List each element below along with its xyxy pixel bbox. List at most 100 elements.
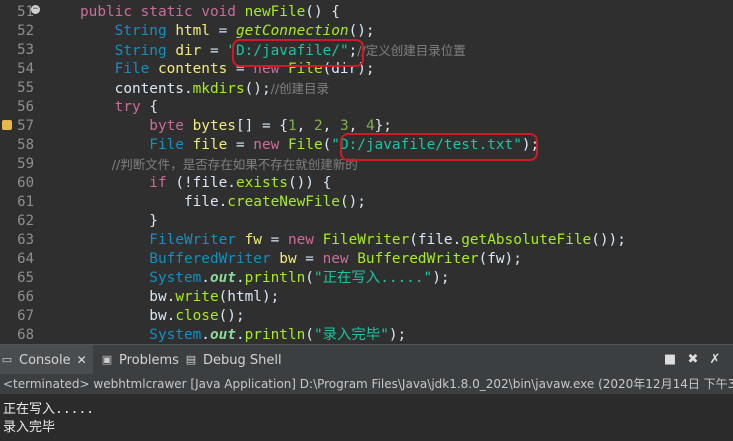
line-number: 53 (17, 42, 34, 58)
code-token: System (80, 270, 202, 286)
highlight-circle-dir-string (232, 39, 364, 67)
code-text: FileWriter fw = new FileWriter(file.getA… (80, 231, 626, 250)
code-token: byte (80, 118, 193, 134)
code-token: (); (348, 23, 375, 39)
code-token: 1 (287, 118, 297, 134)
line-number: 61 (17, 194, 34, 210)
code-token: bw. (80, 289, 176, 305)
code-token: . (235, 270, 245, 286)
code-token: contents (157, 61, 228, 77)
code-token: html (175, 23, 210, 39)
fold-toggle-icon[interactable]: − (31, 5, 40, 14)
line-number: 51 (17, 4, 34, 20)
code-token: (); (339, 194, 366, 210)
code-line: 53 String dir = "D:/javafile/";//定义创建目录位… (0, 41, 733, 60)
code-token: , (348, 118, 366, 134)
warning-icon[interactable] (2, 120, 12, 130)
line-number: 67 (17, 308, 34, 324)
tab-debug-shell[interactable]: ▤ Debug Shell (184, 345, 282, 375)
code-token: . (201, 270, 210, 286)
code-text: if (!file.exists()) { (80, 174, 331, 193)
code-line: 54 File contents = new File(dir); (0, 60, 733, 79)
code-token: (!file. (175, 175, 236, 191)
code-token: bytes (192, 118, 236, 134)
console-output[interactable]: 正在写入..... 录入完毕 (0, 394, 733, 441)
code-text: //判断文件，是否存在如果不存在就创建新的 (80, 155, 358, 175)
code-token: new (253, 137, 288, 153)
code-token: (); (218, 308, 245, 324)
code-token: new (287, 232, 323, 248)
tab-debug-shell-label: Debug Shell (203, 352, 282, 368)
code-token: , (296, 118, 314, 134)
tab-problems[interactable]: ▣ Problems (100, 345, 179, 375)
code-token: File (287, 137, 323, 153)
line-number: 59 (17, 156, 34, 172)
code-token: public static void (80, 4, 245, 20)
line-number: 63 (17, 232, 34, 248)
code-token: () { (305, 4, 340, 20)
line-number: 54 (17, 61, 34, 77)
code-token: File (80, 137, 193, 153)
code-token: write (175, 289, 219, 305)
remove-launch-icon[interactable]: ✖ (686, 353, 700, 367)
code-token: ( (322, 137, 332, 153)
code-token: 3 (339, 118, 349, 134)
code-token: println (244, 270, 306, 286)
code-token: new (322, 251, 358, 267)
code-editor[interactable]: 51 public static void newFile() {52 Strin… (0, 0, 733, 344)
code-token: try (80, 99, 150, 115)
code-token: "录入完毕" (313, 327, 389, 343)
code-token: , (322, 118, 340, 134)
console-output-line: 录入完毕 (3, 420, 56, 435)
remove-all-icon[interactable]: ✗ (708, 353, 722, 367)
code-text: contents.mkdirs();//创建目录 (80, 79, 329, 99)
code-token: createNewFile (227, 194, 340, 210)
code-token: if (80, 175, 176, 191)
code-token: 2 (313, 118, 323, 134)
code-token: = (209, 23, 236, 39)
code-token: [] = { (235, 118, 288, 134)
code-text: bw.close(); (80, 307, 245, 326)
code-token: System (80, 327, 202, 343)
line-number: 52 (17, 23, 34, 39)
code-token: close (175, 308, 219, 324)
code-line: 64 BufferedWriter bw = new BufferedWrite… (0, 250, 733, 269)
code-token: FileWriter (80, 232, 245, 248)
code-token: file. (80, 194, 228, 210)
code-token: //创建目录 (270, 81, 330, 96)
console-icon: ▭ (1, 353, 13, 366)
code-token: ( (305, 327, 314, 343)
tab-console[interactable]: ▭ Console ✕ (0, 345, 93, 375)
console-output-line: 正在写入..... (3, 402, 95, 417)
tab-console-label: Console (19, 352, 71, 368)
close-icon[interactable]: ✕ (77, 353, 87, 367)
code-line: 65 System.out.println("正在写入....."); (0, 269, 733, 288)
code-token: getConnection (235, 23, 349, 39)
line-number: 68 (17, 327, 34, 343)
code-token: . (235, 327, 245, 343)
code-text: public static void newFile() { (80, 3, 340, 22)
terminate-icon[interactable]: ■ (663, 353, 677, 367)
code-token: ); (432, 270, 450, 286)
code-token: file (192, 137, 228, 153)
code-line: 51 public static void newFile() { (0, 3, 733, 22)
code-token: (); (244, 81, 271, 97)
code-text: BufferedWriter bw = new BufferedWriter(f… (80, 250, 522, 269)
highlight-circle-file-string (340, 133, 538, 161)
code-line: 60 if (!file.exists()) { (0, 174, 733, 193)
debug-shell-icon: ▤ (185, 353, 197, 366)
code-text: file.createNewFile(); (80, 193, 366, 212)
console-status: <terminated> webhtmlcrawer [Java Applica… (0, 374, 733, 394)
problems-icon: ▣ (101, 353, 113, 366)
code-token: exists (235, 175, 288, 191)
line-number: 65 (17, 270, 34, 286)
console-tab-bar: ▭ Console ✕ ▣ Problems ▤ Debug Shell ■ ✖… (0, 344, 733, 375)
code-token: 4 (365, 118, 375, 134)
code-token: dir (175, 43, 202, 59)
line-number: 55 (17, 80, 34, 96)
code-token: BufferedWriter (357, 251, 479, 267)
code-token: = (227, 137, 254, 153)
code-token: contents. (80, 81, 193, 97)
line-number: 62 (17, 213, 34, 229)
code-token: ( (305, 270, 314, 286)
